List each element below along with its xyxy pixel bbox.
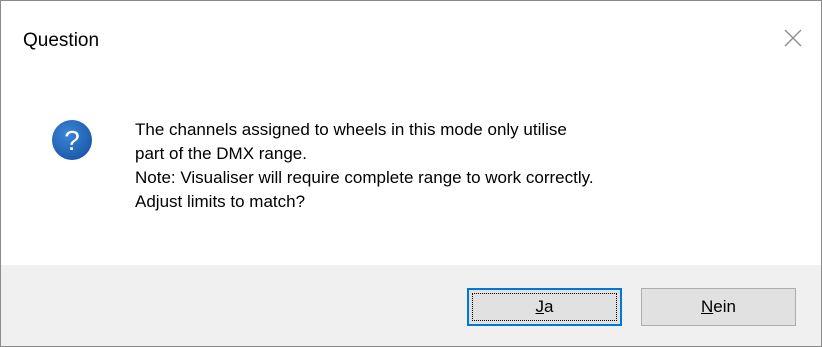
- yes-button[interactable]: Ja: [467, 288, 622, 326]
- svg-text:?: ?: [64, 125, 80, 156]
- message-line: Note: Visualiser will require complete r…: [135, 168, 594, 187]
- message-line: part of the DMX range.: [135, 144, 307, 163]
- yes-button-label: Ja: [535, 297, 554, 316]
- message-text: The channels assigned to wheels in this …: [135, 118, 805, 214]
- close-icon[interactable]: [778, 23, 810, 55]
- message-line: The channels assigned to wheels in this …: [135, 120, 567, 139]
- title-bar: Question: [1, 1, 821, 79]
- dialog-content: ? The channels assigned to wheels in thi…: [1, 79, 821, 259]
- dialog-title: Question: [23, 30, 100, 51]
- button-bar: Ja Nein: [1, 265, 821, 346]
- message-line: Adjust limits to match?: [135, 192, 306, 211]
- no-button-label: Nein: [701, 297, 736, 316]
- question-dialog: Question ? The channels assigned to whee…: [0, 0, 822, 347]
- no-button[interactable]: Nein: [641, 288, 796, 326]
- question-icon: ?: [51, 119, 93, 161]
